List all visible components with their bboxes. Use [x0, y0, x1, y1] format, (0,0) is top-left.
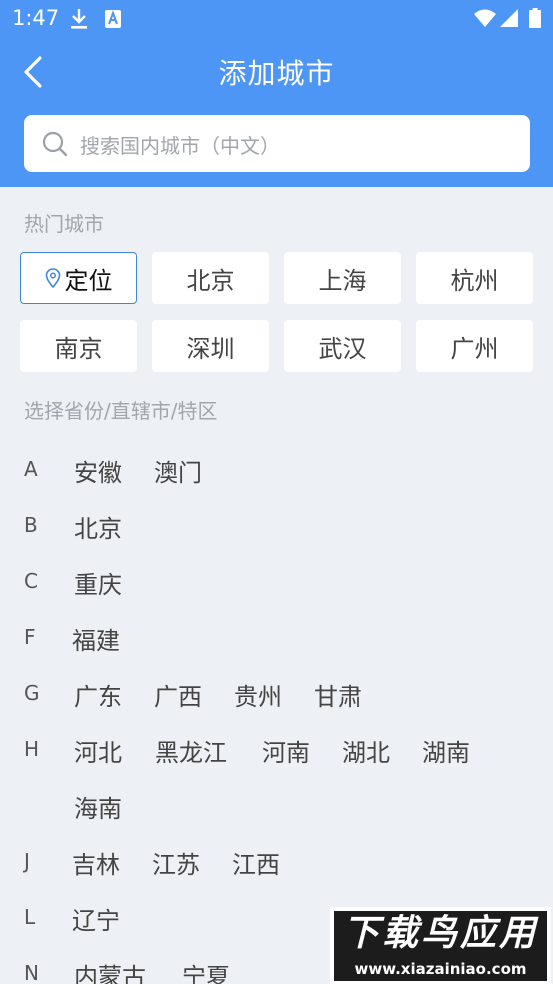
province-item[interactable]: 安徽 — [74, 453, 122, 488]
province-item[interactable]: 江西 — [232, 845, 280, 880]
province-item[interactable]: 贵州 — [234, 677, 282, 712]
page-title: 添加城市 — [218, 57, 335, 90]
index-letter: C — [24, 569, 38, 593]
province-item[interactable]: 福建 — [72, 621, 120, 656]
index-letter: F — [24, 625, 36, 649]
province-item[interactable]: 吉林 — [72, 845, 120, 880]
watermark-brand: 下载鸟应用 — [334, 911, 547, 957]
index-letter: N — [24, 961, 39, 984]
province-item[interactable]: 江苏 — [152, 845, 200, 880]
province-item[interactable]: 河南 — [262, 733, 310, 768]
status-bar: 1:47 — [0, 0, 553, 36]
province-item[interactable]: 内蒙古 — [74, 957, 146, 984]
search-placeholder: 搜索国内城市（中文） — [80, 134, 280, 158]
province-item[interactable]: 甘肃 — [314, 677, 362, 712]
province-item[interactable]: 澳门 — [154, 453, 202, 488]
province-item[interactable]: 河北 — [74, 733, 122, 768]
hot-cities-title: 热门城市 — [24, 212, 104, 236]
search-icon — [42, 131, 68, 157]
province-item[interactable]: 湖南 — [422, 733, 470, 768]
index-letter: J — [24, 849, 30, 873]
city-chip-hangzhou[interactable]: 杭州 — [416, 252, 533, 304]
province-item[interactable]: 宁夏 — [182, 957, 230, 984]
app-notification-icon — [105, 10, 121, 28]
province-item[interactable]: 湖北 — [342, 733, 390, 768]
index-letter: B — [24, 513, 38, 537]
province-item[interactable]: 重庆 — [74, 565, 122, 600]
index-letter: H — [24, 737, 40, 761]
status-time: 1:47 — [12, 6, 60, 30]
province-item[interactable]: 广西 — [154, 677, 202, 712]
city-chip-guangzhou[interactable]: 广州 — [416, 320, 533, 372]
search-input[interactable]: 搜索国内城市（中文） — [24, 115, 530, 172]
watermark-logo: 下载鸟应用 www.xiazainiao.com — [330, 907, 551, 984]
province-item[interactable]: 北京 — [74, 509, 122, 544]
province-item[interactable]: 广东 — [74, 677, 122, 712]
province-item[interactable]: 辽宁 — [72, 901, 120, 936]
locate-label: 定位 — [64, 266, 113, 295]
index-letter: A — [24, 457, 38, 481]
location-pin-icon — [45, 268, 60, 288]
index-letter: L — [24, 905, 36, 929]
city-chip-shenzhen[interactable]: 深圳 — [152, 320, 269, 372]
battery-icon — [529, 8, 541, 28]
index-letter: G — [24, 681, 40, 705]
signal-icon — [500, 9, 518, 27]
city-chip-beijing[interactable]: 北京 — [152, 252, 269, 304]
watermark-url: www.xiazainiao.com — [334, 957, 547, 981]
city-chip-nanjing[interactable]: 南京 — [20, 320, 137, 372]
city-chip-wuhan[interactable]: 武汉 — [284, 320, 401, 372]
wifi-icon — [474, 9, 496, 27]
city-chip-shanghai[interactable]: 上海 — [284, 252, 401, 304]
province-item[interactable]: 黑龙江 — [155, 733, 227, 768]
header-bar: 1:47 添加城市 搜索国内城市（中文） — [0, 0, 553, 187]
provinces-title: 选择省份/直辖市/特区 — [24, 399, 218, 423]
download-icon — [71, 9, 87, 29]
province-item[interactable]: 海南 — [74, 789, 122, 824]
locate-button[interactable]: 定位 — [20, 252, 137, 304]
